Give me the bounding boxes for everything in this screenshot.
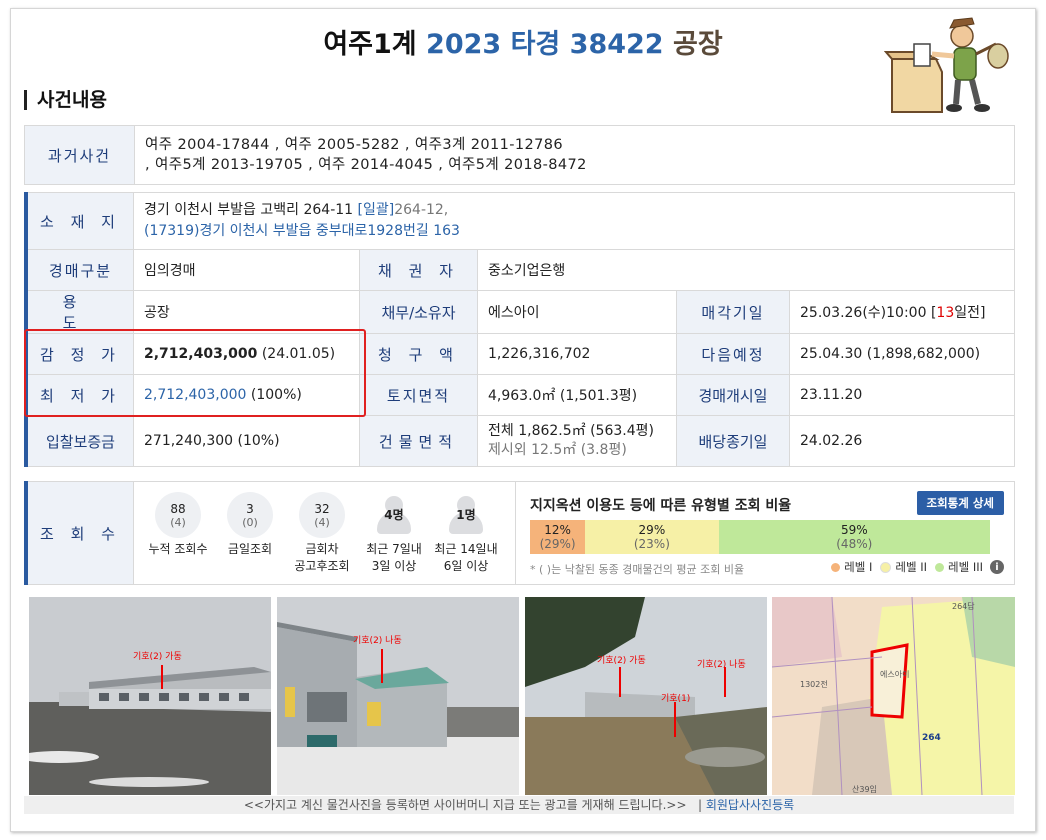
building-area-label: 건물면적 (359, 415, 478, 467)
section-heading: 사건내용 (24, 90, 107, 110)
legend-level1: 레벨 I (844, 560, 873, 574)
dividend-label: 배당종기일 (676, 415, 790, 467)
next-sale-label: 다음예정 (676, 333, 790, 375)
map-label-1: 1302전 (800, 679, 828, 689)
ratio-segment-level1: 12% (29%) (530, 520, 586, 554)
stat-7day-label2: 3일 이상 (371, 559, 417, 573)
claim-value: 1,226,316,702 (477, 333, 677, 375)
mascot-illustration-icon (884, 17, 1009, 113)
auction-start-label: 경매개시일 (676, 374, 790, 416)
stat-14day: 1명 최근 14일내 6일 이상 (430, 492, 502, 574)
past-cases-line1: 여주 2004-17844 , 여주 2005-5282 , 여주3계 2011… (145, 137, 564, 153)
photo3-tag3: 기호(1) (661, 693, 690, 704)
ratio-detail-button[interactable]: 조회통계 상세 (916, 491, 1004, 515)
sale-dday: 13 (936, 305, 955, 321)
legend-level3: 레벨 III (948, 560, 983, 574)
dividend-value: 24.02.26 (789, 415, 1015, 467)
map-label-2: 산39임 (852, 784, 877, 794)
creditor-label: 채 권 자 (359, 249, 478, 291)
stat-today-label: 금일조회 (227, 542, 273, 556)
debtor-label: 채무/소유자 (359, 290, 478, 334)
sale-date-value: 25.03.26(수)10:00 [13일전] (789, 290, 1015, 334)
stat-today-views: 3 (0) 금일조회 (214, 492, 286, 557)
property-kind: 공장 (673, 29, 723, 60)
past-cases-line2: , 여주5계 2013-19705 , 여주 2014-4045 , 여주5계 … (145, 157, 587, 173)
person-icon: 1명 (443, 492, 489, 538)
past-cases-table: 과거사건 여주 2004-17844 , 여주 2005-5282 , 여주3계… (24, 125, 1015, 185)
photo1-tag: 기호(2) 가동 (133, 651, 182, 662)
bulk-link[interactable]: [일괄] (358, 202, 395, 218)
location-address: 경기 이천시 부발읍 고백리 264-11 (144, 202, 354, 218)
stat-total-label: 누적 조회수 (148, 542, 208, 556)
photo3-tag1: 기호(2) 가동 (597, 655, 646, 666)
land-area-value: 4,963.0㎡ (1,501.3평) (477, 374, 677, 416)
building-total: 전체 1,862.5㎡ (563.4평) (488, 423, 654, 439)
legend-level2: 레벨 II (895, 560, 927, 574)
road-address: (17319)경기 이천시 부발읍 중부대로1928번길 163 (144, 223, 460, 239)
stat-round-label2: 공고후조회 (294, 559, 350, 573)
sale-date-label: 매각기일 (676, 290, 790, 334)
stat-7day: 4명 최근 7일내 3일 이상 (358, 492, 430, 574)
photo-caption-bar: <<가지고 계신 물건사진을 등록하면 사이버머니 지급 또는 광고를 게재해 … (24, 796, 1014, 814)
court-name: 여주1계 (323, 29, 417, 60)
property-photo-1[interactable]: 기호(2) 가동 (29, 597, 271, 795)
stat-total-views: 88 (4) 누적 조회수 (142, 492, 214, 557)
claim-label: 청 구 액 (359, 333, 478, 375)
photo2-tag: 기호(2) 나동 (353, 635, 402, 646)
price-highlight-box (24, 329, 366, 417)
ratio-legend: 레벨 I 레벨 II 레벨 III i (831, 559, 1004, 575)
views-label: 조 회 수 (24, 481, 134, 585)
sale-dday-suffix: 일전] (954, 305, 986, 321)
location-label: 소 재 지 (24, 192, 134, 250)
photo-caption-text: <<가지고 계신 물건사진을 등록하면 사이버머니 지급 또는 광고를 게재해 … (243, 798, 687, 812)
next-sale-value: 25.04.30 (1,898,682,000) (789, 333, 1015, 375)
legend-dot-level1 (831, 562, 841, 572)
past-cases-value: 여주 2004-17844 , 여주 2005-5282 , 여주3계 2011… (134, 125, 1015, 185)
building-except: 제시외 12.5㎡ (3.8평) (488, 442, 627, 458)
property-photo-2[interactable]: 기호(2) 나동 (277, 597, 519, 795)
person-icon: 4명 (371, 492, 417, 538)
case-number: 2023 타경 38422 (426, 29, 664, 60)
usage-label: 용 도 (24, 290, 134, 334)
map-label-3: 264답 (952, 601, 975, 611)
stat-round-views: 32 (4) 금회차 공고후조회 (286, 492, 358, 574)
legend-dot-level3 (935, 562, 944, 572)
deposit-label: 입찰보증금 (24, 415, 134, 467)
location-value: 경기 이천시 부발읍 고백리 264-11 [일괄]264-12, (17319… (133, 192, 1015, 250)
stat-round-label: 금회차 (305, 542, 339, 556)
past-cases-label: 과거사건 (24, 125, 135, 185)
stat-14day-label2: 6일 이상 (443, 559, 489, 573)
land-area-label: 토지면적 (359, 374, 478, 416)
register-photo-link[interactable]: 회원답사사진등록 (706, 798, 794, 812)
views-ratio-panel: 지지옥션 이용도 등에 따른 유형별 조회 비율 조회통계 상세 12% (29%… (515, 481, 1015, 585)
creditor-value: 중소기업은행 (477, 249, 1015, 291)
ratio-segment-level3: 59% (48%) (718, 520, 990, 554)
stat-7day-label: 최근 7일내 (366, 542, 422, 556)
auction-type-value: 임의경매 (133, 249, 360, 291)
location-extra: 264-12, (394, 202, 449, 218)
usage-value: 공장 (133, 290, 360, 334)
ratio-bar: 12% (29%) 29% (23%) 59% (48%) (530, 520, 990, 554)
photo3-tag2: 기호(2) 나동 (697, 659, 746, 670)
deposit-value: 271,240,300 (10%) (133, 415, 360, 467)
views-table: 조 회 수 88 (4) 누적 조회수 3 (0) 금일조회 32 (4) 금회차 공… (24, 481, 1015, 585)
map-lot-label: 264 (922, 733, 941, 743)
building-area-value: 전체 1,862.5㎡ (563.4평) 제시외 12.5㎡ (3.8평) (477, 415, 677, 467)
map-owner-label: 에스아이 (880, 669, 909, 679)
ratio-segment-level2: 29% (23%) (585, 520, 719, 554)
debtor-value: 에스아이 (477, 290, 677, 334)
ratio-title: 지지옥션 이용도 등에 따른 유형별 조회 비율 (530, 498, 792, 514)
cadastral-map[interactable]: 에스아이 264 1302전 산39임 264답 (772, 597, 1015, 795)
property-photo-3[interactable]: 기호(2) 가동 기호(2) 나동 기호(1) (525, 597, 767, 795)
sale-date-text: 25.03.26(수)10:00 [ (800, 305, 937, 321)
info-icon[interactable]: i (990, 560, 1004, 574)
views-stats: 88 (4) 누적 조회수 3 (0) 금일조회 32 (4) 금회차 공고후조회 4… (133, 481, 516, 585)
stat-14day-label: 최근 14일내 (434, 542, 498, 556)
auction-start-value: 23.11.20 (789, 374, 1015, 416)
auction-type-label: 경매구분 (24, 249, 134, 291)
ratio-note: * ( )는 낙찰된 동종 경매물건의 평균 조회 비율 (530, 563, 745, 576)
legend-dot-level2 (880, 561, 892, 573)
